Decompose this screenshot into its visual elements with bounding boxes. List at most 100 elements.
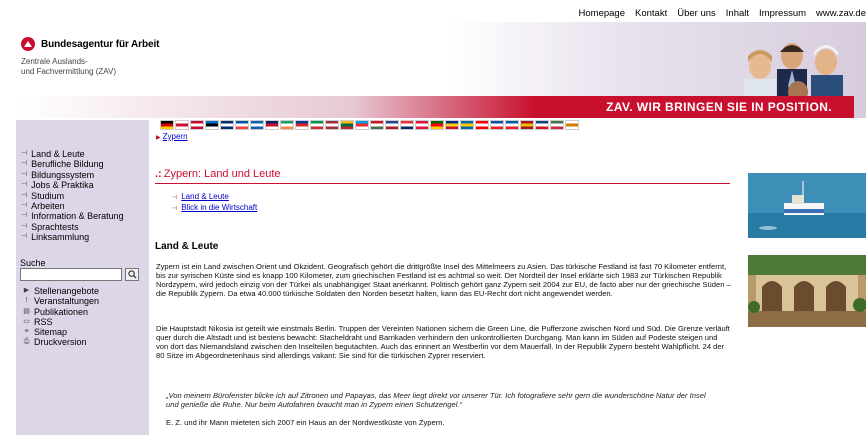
- language-flag[interactable]: [310, 120, 324, 130]
- language-flag[interactable]: [430, 120, 444, 130]
- paragraph-testimonial: E. Z. und ihr Mann mieteten sich 2007 ei…: [166, 418, 445, 427]
- service-link[interactable]: ≡ Sitemap: [22, 327, 99, 337]
- language-flag[interactable]: [490, 120, 504, 130]
- language-flag[interactable]: [355, 120, 369, 130]
- language-flag[interactable]: [190, 120, 204, 130]
- breadcrumb-arrow-icon: ▶: [156, 135, 161, 141]
- toc-arrow-icon: ⊣: [172, 206, 178, 212]
- page-title-text: Zypern: Land und Leute: [163, 168, 281, 180]
- triangle-icon: ▶: [23, 287, 30, 294]
- sidebar-nav-item[interactable]: ⊣ Information & Beratung: [21, 211, 124, 221]
- sidebar-nav-item[interactable]: ⊣ Sprachtests: [21, 222, 124, 232]
- topnav-link-homepage[interactable]: Homepage: [579, 8, 625, 19]
- language-flag[interactable]: [565, 120, 579, 130]
- toc-link[interactable]: Land & Leute: [181, 192, 229, 201]
- sidebar-service-links: ▶ Stellenangebote! Veranstaltungen ▤ Publika…: [22, 286, 99, 348]
- language-flag[interactable]: [550, 120, 564, 130]
- slogan-banner: ZAV. WIR BRINGEN SIE IN POSITION.: [16, 96, 854, 118]
- document-icon: ▤: [23, 307, 30, 315]
- topnav-link-impressum[interactable]: Impressum: [759, 8, 806, 19]
- logo-title: Bundesagentur für Arbeit: [41, 38, 160, 50]
- sidebar-nav-item[interactable]: ⊣ Arbeiten: [21, 201, 124, 211]
- topnav-link-www-zav-de[interactable]: www.zav.de: [816, 8, 866, 19]
- search-input[interactable]: [20, 268, 122, 281]
- slogan-text: ZAV. WIR BRINGEN SIE IN POSITION.: [606, 100, 832, 114]
- boat-photo: [748, 173, 866, 238]
- language-flag[interactable]: [340, 120, 354, 130]
- sidebar-nav-label: Land & Leute: [31, 149, 85, 159]
- sidebar-nav-label: Jobs & Praktika: [31, 180, 94, 191]
- service-link[interactable]: ⎙ Druckversion: [22, 337, 99, 347]
- table-of-contents: ⊣ Land & Leute ⊣ Blick in die Wirtschaft: [172, 192, 257, 214]
- language-flag[interactable]: [505, 120, 519, 130]
- service-link-label: Publikationen: [34, 306, 89, 317]
- nav-arrow-icon: ⊣: [21, 150, 28, 157]
- topnav-link-inhalt[interactable]: Inhalt: [726, 8, 749, 19]
- language-flag[interactable]: [520, 120, 534, 130]
- sidebar-nav-item[interactable]: ⊣ Berufliche Bildung: [21, 159, 124, 169]
- language-flag[interactable]: [325, 120, 339, 130]
- nav-arrow-icon: ⊣: [21, 212, 28, 220]
- language-flags: [160, 120, 579, 132]
- sidebar-nav-item[interactable]: ⊣ Studium: [21, 191, 124, 201]
- sidebar-navigation: ⊣ Land & Leute ⊣ Berufliche Bildung ⊣ Bildung…: [21, 149, 124, 243]
- language-flag[interactable]: [205, 120, 219, 130]
- topnav-link-kontakt[interactable]: Kontakt: [635, 8, 667, 19]
- sidebar-nav-item[interactable]: ⊣ Land & Leute: [21, 149, 124, 159]
- sidebar-nav-label: Arbeiten: [31, 201, 65, 212]
- nav-arrow-icon: ⊣: [21, 181, 28, 189]
- section-heading: Land & Leute: [155, 241, 219, 252]
- language-flag[interactable]: [445, 120, 459, 130]
- paragraph-capital: Die Hauptstadt Nikosia ist geteilt wie e…: [156, 324, 730, 360]
- service-link-label: Druckversion: [34, 337, 87, 348]
- language-flag[interactable]: [475, 120, 489, 130]
- nav-arrow-icon: ⊣: [21, 191, 28, 199]
- logo-subtitle: Zentrale Auslands- und Fachvermittlung (…: [21, 57, 116, 76]
- language-flag[interactable]: [460, 120, 474, 130]
- sidebar-nav-item[interactable]: ⊣ Jobs & Praktika: [21, 180, 124, 190]
- language-flag[interactable]: [250, 120, 264, 130]
- topnav-link-über-uns[interactable]: Über uns: [677, 8, 716, 19]
- language-flag[interactable]: [235, 120, 249, 130]
- toc-item: ⊣ Blick in die Wirtschaft: [172, 203, 257, 214]
- breadcrumb-link-zypern[interactable]: Zypern: [163, 132, 188, 141]
- language-flag[interactable]: [385, 120, 399, 130]
- service-link[interactable]: ▤ Publikationen: [22, 307, 99, 317]
- language-flag[interactable]: [220, 120, 234, 130]
- service-link[interactable]: ! Veranstaltungen: [22, 296, 100, 307]
- language-flag[interactable]: [295, 120, 309, 130]
- ba-logo-icon: [21, 37, 35, 51]
- service-link-label: Sitemap: [34, 327, 68, 338]
- service-link-label: Stellenangebote: [34, 286, 100, 296]
- search-form: [20, 268, 139, 281]
- language-flag[interactable]: [175, 120, 189, 130]
- toc-arrow-icon: ⊣: [172, 195, 178, 201]
- search-button[interactable]: [125, 268, 139, 281]
- title-dots-icon: .:: [155, 168, 162, 180]
- service-link-label: RSS: [34, 316, 53, 327]
- service-link[interactable]: ▶ Stellenangebote: [22, 286, 99, 296]
- language-flag[interactable]: [265, 120, 279, 130]
- magnifier-icon: [127, 270, 137, 279]
- sidebar-nav-label: Linksammlung: [31, 232, 90, 243]
- sidebar-nav-label: Sprachtests: [31, 221, 79, 232]
- language-flag[interactable]: [535, 120, 549, 130]
- sidebar-nav-item[interactable]: ⊣ Bildungssystem: [21, 170, 124, 180]
- language-flag[interactable]: [160, 120, 174, 130]
- info-icon: !: [25, 297, 28, 305]
- toc-link[interactable]: Blick in die Wirtschaft: [181, 203, 257, 212]
- logo[interactable]: Bundesagentur für Arbeit: [21, 37, 159, 51]
- service-link[interactable]: ▭ RSS: [22, 317, 99, 327]
- paragraph-intro: Zypern ist ein Land zwischen Orient und …: [156, 262, 731, 298]
- quote: „Von meinem Bürofenster blicke ich auf Z…: [166, 391, 706, 409]
- nav-arrow-icon: ⊣: [21, 233, 28, 241]
- nav-arrow-icon: ⊣: [21, 222, 28, 230]
- sidebar-nav-item[interactable]: ⊣ Linksammlung: [21, 232, 124, 242]
- language-flag[interactable]: [370, 120, 384, 130]
- sitemap-icon: ≡: [24, 328, 29, 336]
- language-flag[interactable]: [400, 120, 414, 130]
- service-link-label: Veranstaltungen: [34, 296, 100, 307]
- language-flag[interactable]: [415, 120, 429, 130]
- toc-item: ⊣ Land & Leute: [172, 192, 257, 203]
- language-flag[interactable]: [280, 120, 294, 130]
